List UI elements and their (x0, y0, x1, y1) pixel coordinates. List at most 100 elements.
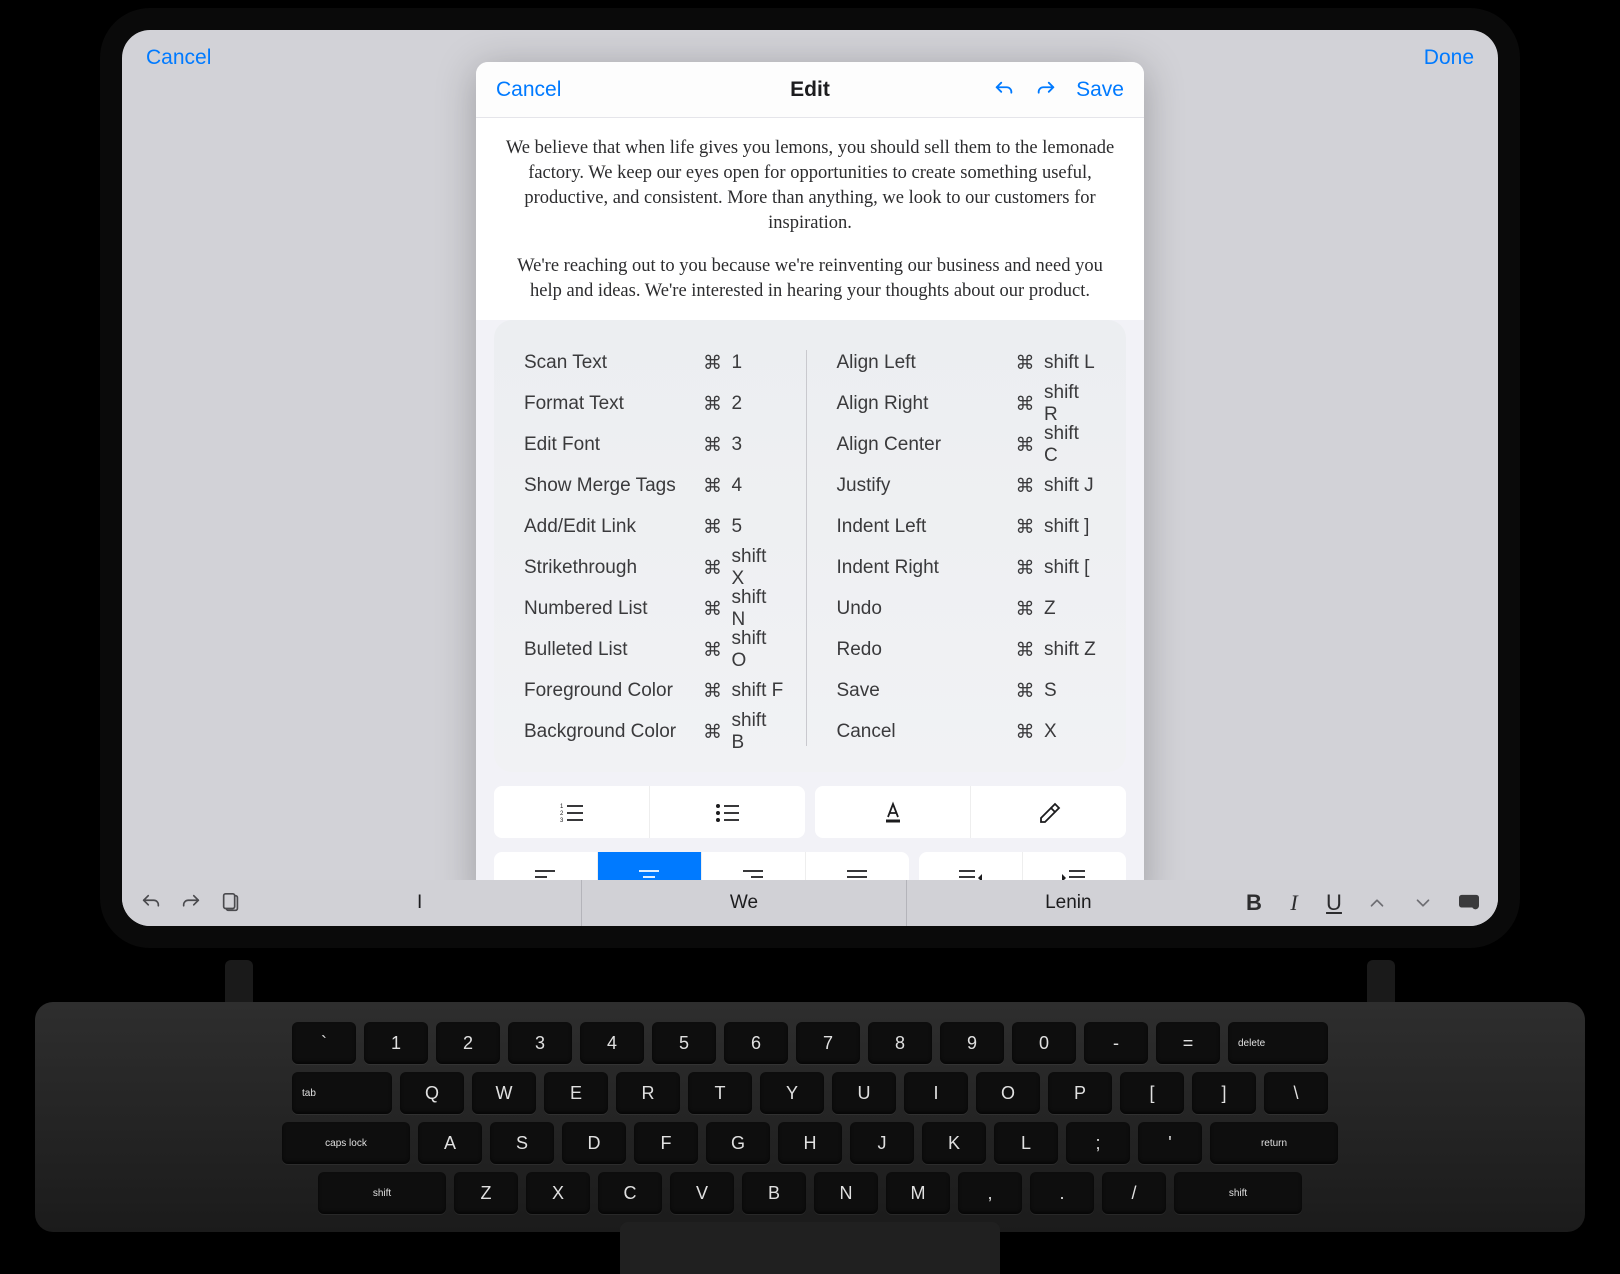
redo-icon[interactable] (178, 890, 204, 916)
shortcut-row[interactable]: Foreground Color⌘shift F (524, 678, 784, 705)
shortcut-row[interactable]: Redo⌘shift Z (837, 637, 1097, 664)
hardware-key[interactable]: 0 (1012, 1022, 1076, 1064)
sheet-save-button[interactable]: Save (1076, 78, 1124, 102)
shortcut-label: Bulleted List (524, 639, 702, 661)
hardware-key[interactable]: \ (1264, 1072, 1328, 1114)
hardware-key[interactable]: F (634, 1122, 698, 1164)
shortcut-row[interactable]: Bulleted List⌘shift O (524, 637, 784, 664)
hardware-key[interactable]: ' (1138, 1122, 1202, 1164)
hardware-key[interactable]: 8 (868, 1022, 932, 1064)
hardware-key[interactable]: G (706, 1122, 770, 1164)
hardware-key[interactable]: L (994, 1122, 1058, 1164)
shortcut-label: Strikethrough (524, 557, 702, 579)
dismiss-keyboard-icon[interactable] (1456, 890, 1482, 916)
hardware-key[interactable]: U (832, 1072, 896, 1114)
shortcut-row[interactable]: Scan Text⌘1 (524, 350, 784, 377)
hardware-key[interactable]: / (1102, 1172, 1166, 1214)
hardware-key[interactable]: C (598, 1172, 662, 1214)
shortcut-row[interactable]: Justify⌘shift J (837, 473, 1097, 500)
hardware-key[interactable]: N (814, 1172, 878, 1214)
hardware-key[interactable]: ] (1192, 1072, 1256, 1114)
hardware-key[interactable]: 4 (580, 1022, 644, 1064)
hardware-key[interactable]: caps lock (282, 1122, 410, 1164)
hardware-key[interactable]: . (1030, 1172, 1094, 1214)
shortcut-row[interactable]: Edit Font⌘3 (524, 432, 784, 459)
undo-icon[interactable] (992, 78, 1016, 102)
shortcut-row[interactable]: Align Center⌘shift C (837, 432, 1097, 459)
hardware-key[interactable]: - (1084, 1022, 1148, 1064)
sheet-cancel-button[interactable]: Cancel (496, 78, 561, 102)
shortcut-row[interactable]: Show Merge Tags⌘4 (524, 473, 784, 500)
shortcut-row[interactable]: Background Color⌘shift B (524, 719, 784, 746)
shortcut-row[interactable]: Indent Left⌘shift ] (837, 514, 1097, 541)
hardware-key[interactable]: 5 (652, 1022, 716, 1064)
text-color-button[interactable] (815, 786, 970, 838)
hardware-key[interactable]: J (850, 1122, 914, 1164)
shortcut-row[interactable]: Add/Edit Link⌘5 (524, 514, 784, 541)
suggestion-item[interactable]: I (258, 880, 581, 926)
clipboard-icon[interactable] (218, 890, 244, 916)
hardware-key[interactable]: ` (292, 1022, 356, 1064)
hardware-key[interactable]: return (1210, 1122, 1338, 1164)
hardware-key[interactable]: ; (1066, 1122, 1130, 1164)
hardware-key[interactable]: D (562, 1122, 626, 1164)
hardware-key[interactable]: X (526, 1172, 590, 1214)
hardware-key[interactable]: 6 (724, 1022, 788, 1064)
suggestion-item[interactable]: We (581, 880, 905, 926)
highlight-button[interactable] (970, 786, 1126, 838)
hardware-key[interactable]: , (958, 1172, 1022, 1214)
italic-button[interactable]: I (1284, 890, 1304, 916)
bold-button[interactable]: B (1244, 890, 1264, 916)
shortcut-row[interactable]: Indent Right⌘shift [ (837, 555, 1097, 582)
hardware-key[interactable]: shift (1174, 1172, 1302, 1214)
shortcut-row[interactable]: Numbered List⌘shift N (524, 596, 784, 623)
hardware-key[interactable]: R (616, 1072, 680, 1114)
underline-button[interactable]: U (1324, 890, 1344, 916)
hardware-key[interactable]: T (688, 1072, 752, 1114)
hardware-key[interactable]: E (544, 1072, 608, 1114)
shortcut-row[interactable]: Strikethrough⌘shift X (524, 555, 784, 582)
hardware-key[interactable]: = (1156, 1022, 1220, 1064)
hardware-key[interactable]: Y (760, 1072, 824, 1114)
hardware-key[interactable]: Q (400, 1072, 464, 1114)
hardware-key[interactable]: S (490, 1122, 554, 1164)
hardware-key[interactable]: tab (292, 1072, 392, 1114)
hardware-key[interactable]: V (670, 1172, 734, 1214)
hardware-key[interactable]: delete (1228, 1022, 1328, 1064)
hardware-key[interactable]: 7 (796, 1022, 860, 1064)
shortcut-row[interactable]: Undo⌘Z (837, 596, 1097, 623)
chevron-down-icon[interactable] (1410, 890, 1436, 916)
hardware-key[interactable]: M (886, 1172, 950, 1214)
shortcut-row[interactable]: Cancel⌘X (837, 719, 1097, 746)
trackpad[interactable] (620, 1222, 1000, 1274)
hardware-key[interactable]: 1 (364, 1022, 428, 1064)
outer-done-button[interactable]: Done (1424, 46, 1474, 70)
shortcut-row[interactable]: Align Right⌘shift R (837, 391, 1097, 418)
hardware-key[interactable]: P (1048, 1072, 1112, 1114)
redo-icon[interactable] (1034, 78, 1058, 102)
shortcut-row[interactable]: Save⌘S (837, 678, 1097, 705)
document-content[interactable]: We believe that when life gives you lemo… (476, 118, 1144, 320)
hardware-key[interactable]: H (778, 1122, 842, 1164)
hardware-key[interactable]: A (418, 1122, 482, 1164)
hardware-key[interactable]: B (742, 1172, 806, 1214)
hardware-key[interactable]: Z (454, 1172, 518, 1214)
hardware-key[interactable]: W (472, 1072, 536, 1114)
hardware-key[interactable]: shift (318, 1172, 446, 1214)
undo-icon[interactable] (138, 890, 164, 916)
suggestion-item[interactable]: Lenin (906, 880, 1230, 926)
hardware-key[interactable]: 3 (508, 1022, 572, 1064)
hardware-key[interactable]: 9 (940, 1022, 1004, 1064)
hardware-key[interactable]: I (904, 1072, 968, 1114)
document-paragraph: We believe that when life gives you lemo… (504, 136, 1116, 236)
chevron-up-icon[interactable] (1364, 890, 1390, 916)
numbered-list-button[interactable]: 123 (494, 786, 649, 838)
hardware-key[interactable]: [ (1120, 1072, 1184, 1114)
shortcut-row[interactable]: Format Text⌘2 (524, 391, 784, 418)
bulleted-list-button[interactable] (649, 786, 805, 838)
hardware-key[interactable]: K (922, 1122, 986, 1164)
hardware-key[interactable]: 2 (436, 1022, 500, 1064)
hardware-key[interactable]: O (976, 1072, 1040, 1114)
outer-cancel-button[interactable]: Cancel (146, 46, 211, 70)
shortcut-row[interactable]: Align Left⌘shift L (837, 350, 1097, 377)
